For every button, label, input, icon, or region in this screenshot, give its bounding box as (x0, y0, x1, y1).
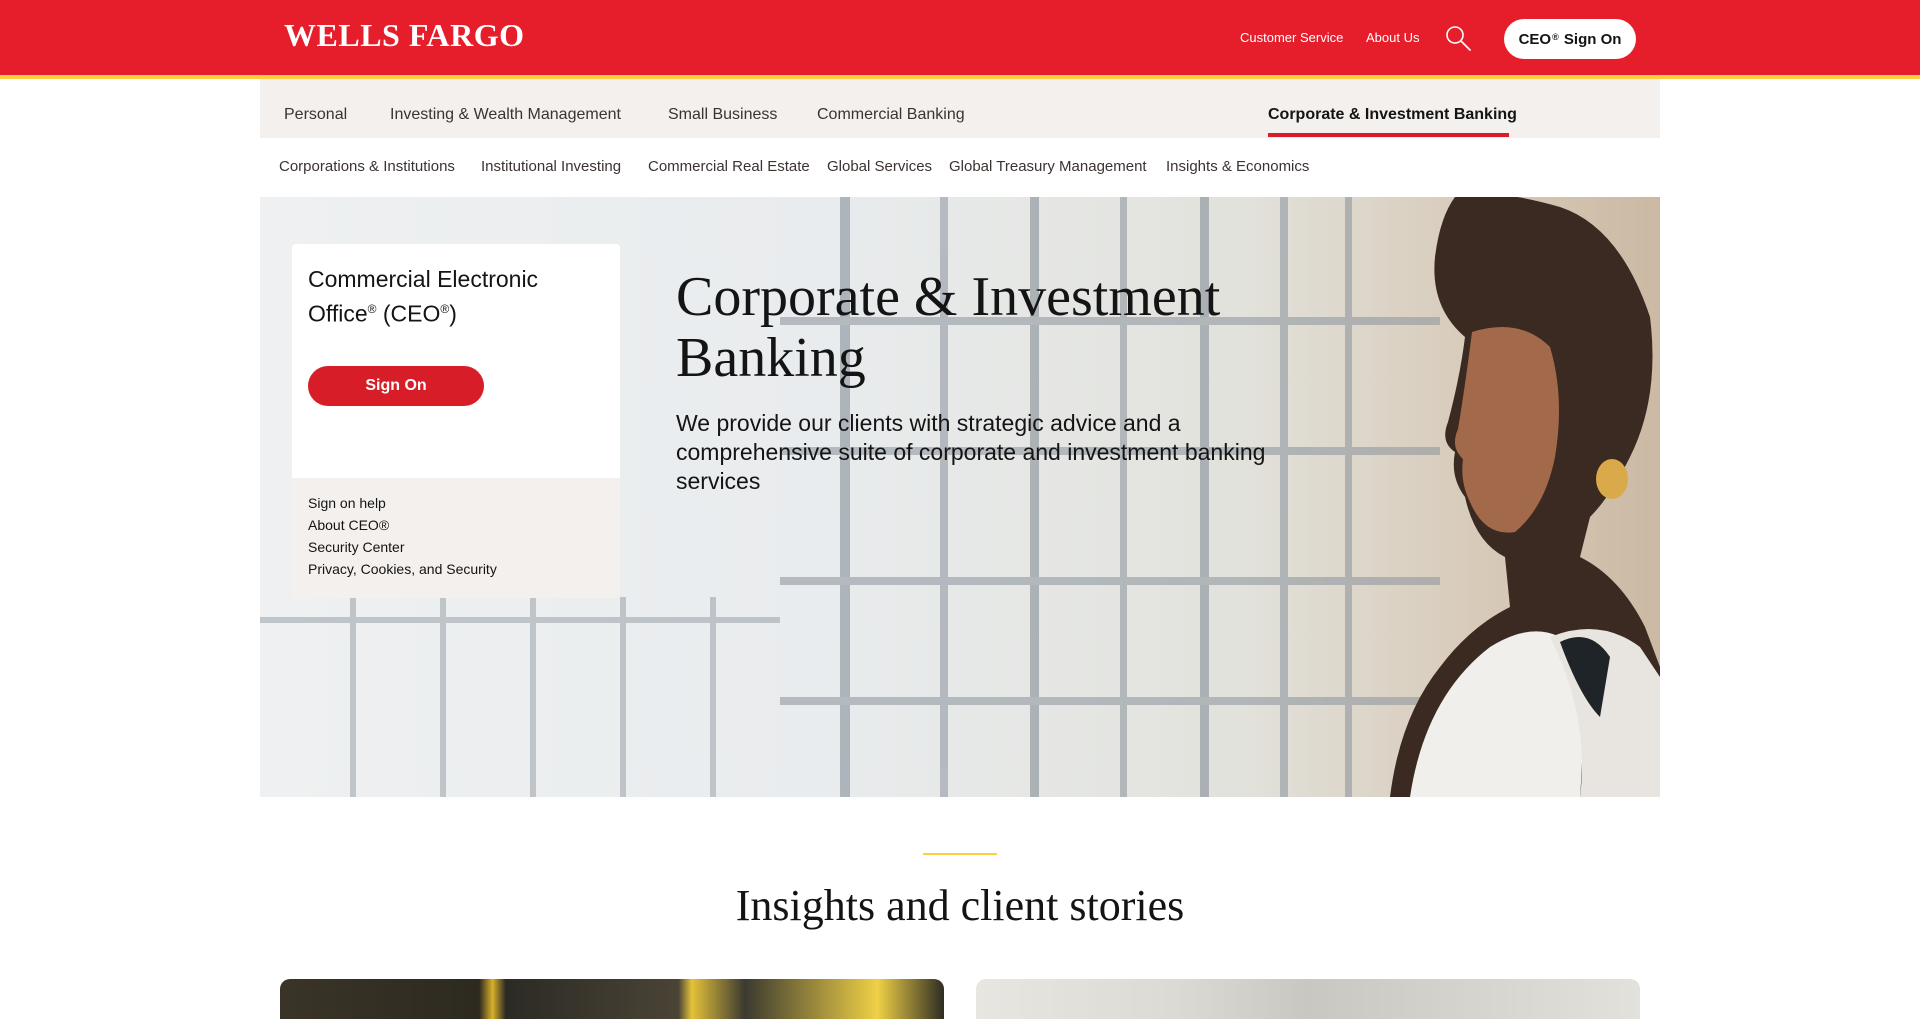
hero-banner: Commercial Electronic Office® (CEO®) Sig… (260, 197, 1660, 797)
nav-small-business[interactable]: Small Business (668, 106, 777, 124)
nav-personal[interactable]: Personal (284, 106, 347, 124)
hero-subtitle: We provide our clients with strategic ad… (676, 410, 1266, 494)
hero-title: Corporate & Investment Banking (676, 267, 1376, 389)
active-nav-indicator (1268, 133, 1509, 137)
registered-mark: ® (440, 302, 450, 316)
story-card-image[interactable] (280, 979, 944, 1019)
wells-fargo-logo[interactable]: WELLS FARGO (284, 17, 525, 54)
card-title-ceo: (CEO (376, 300, 441, 327)
subnav-insights-economics[interactable]: Insights & Economics (1166, 158, 1309, 175)
ceo-sign-on-card: Commercial Electronic Office® (CEO®) Sig… (292, 244, 620, 598)
ceo-button-prefix: CEO (1518, 30, 1552, 48)
about-us-link[interactable]: About Us (1366, 30, 1419, 45)
insights-section-title: Insights and client stories (735, 881, 1185, 930)
nav-investing-wealth[interactable]: Investing & Wealth Management (390, 106, 621, 124)
ceo-help-links: Sign on help About CEO® Security Center … (292, 478, 620, 598)
registered-mark: ® (367, 302, 377, 316)
subnav-institutional-investing[interactable]: Institutional Investing (481, 158, 621, 175)
security-center-link[interactable]: Security Center (308, 539, 404, 555)
nav-commercial-banking[interactable]: Commercial Banking (817, 106, 965, 124)
ceo-sign-on-button[interactable]: CEO ® Sign On (1504, 19, 1636, 59)
section-divider (923, 853, 997, 855)
about-ceo-link[interactable]: About CEO® (308, 517, 389, 533)
subnav-commercial-real-estate[interactable]: Commercial Real Estate (648, 158, 810, 175)
card-title-close: ) (449, 300, 457, 327)
customer-service-link[interactable]: Customer Service (1240, 30, 1343, 45)
subnav-global-services[interactable]: Global Services (827, 158, 932, 175)
card-title-office: Office (308, 300, 368, 327)
hero-title-line1: Corporate & Investment (676, 266, 1221, 328)
ceo-button-suffix: Sign On (1563, 30, 1622, 48)
subnav-global-treasury-management[interactable]: Global Treasury Management (949, 158, 1147, 175)
hero-title-line2: Banking (676, 327, 866, 389)
sign-on-button[interactable]: Sign On (308, 366, 484, 406)
nav-corporate-investment-banking[interactable]: Corporate & Investment Banking (1268, 106, 1517, 124)
search-icon[interactable] (1444, 24, 1472, 52)
card-title-line1: Commercial Electronic (308, 266, 539, 292)
registered-mark: ® (1552, 32, 1559, 42)
privacy-cookies-security-link[interactable]: Privacy, Cookies, and Security (308, 561, 497, 577)
story-card-image[interactable] (976, 979, 1640, 1019)
sign-on-help-link[interactable]: Sign on help (308, 495, 386, 511)
ceo-card-title: Commercial Electronic Office® (CEO®) (308, 264, 598, 329)
primary-nav: Personal Investing & Wealth Management S… (260, 79, 1660, 138)
top-header-bar: WELLS FARGO Customer Service About Us CE… (0, 0, 1920, 79)
subnav-corporations-institutions[interactable]: Corporations & Institutions (279, 158, 455, 175)
